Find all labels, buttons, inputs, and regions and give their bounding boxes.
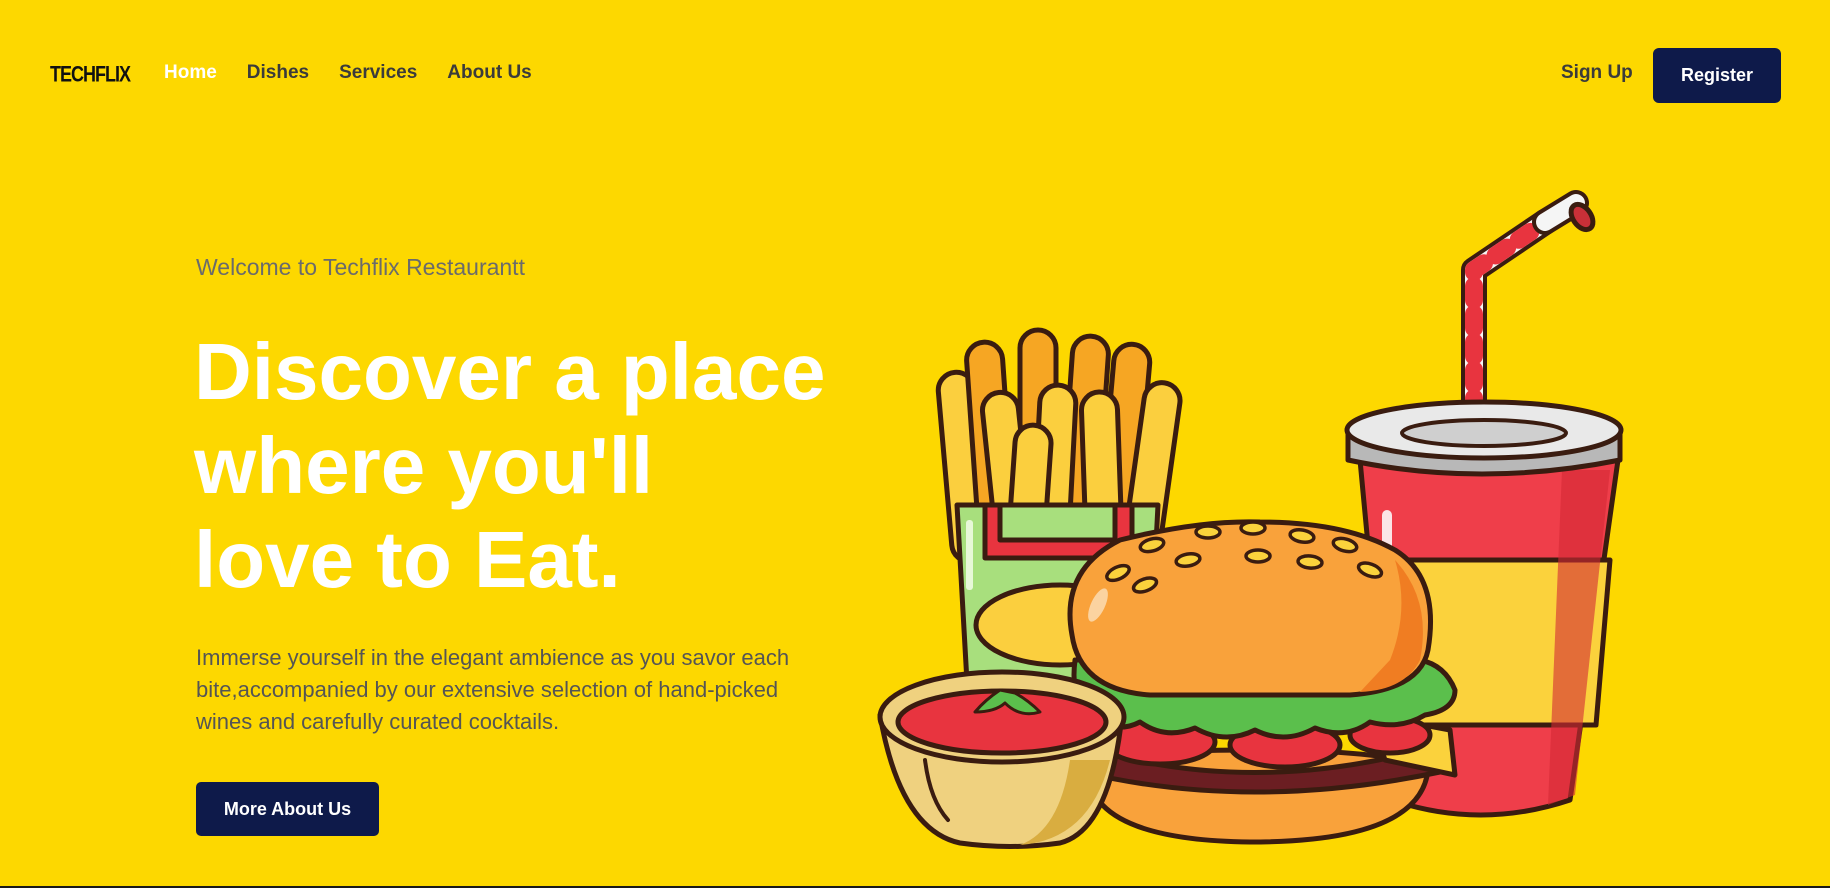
hero-description: Immerse yourself in the elegant ambience…: [196, 645, 790, 734]
welcome-text: Welcome to Techflix Restaurantt: [196, 254, 525, 280]
brand-logo[interactable]: TECHFLIX: [50, 61, 131, 87]
main-nav: Home Dishes Services About Us: [164, 62, 532, 84]
sign-up-link[interactable]: Sign Up: [1561, 62, 1633, 84]
hero-headline: Discover a place where you'll love to Ea…: [194, 325, 874, 607]
headline-line: where you'll: [194, 421, 654, 510]
nav-item-about-us[interactable]: About Us: [447, 62, 531, 84]
nav-item-services[interactable]: Services: [339, 62, 417, 84]
nav-item-home[interactable]: Home: [164, 62, 217, 84]
sauce-bowl-icon: [877, 669, 1127, 849]
register-button[interactable]: Register: [1653, 48, 1781, 103]
headline-line: love to Eat.: [194, 515, 621, 604]
headline-line: Discover a place: [194, 327, 826, 416]
burger-icon: [1067, 519, 1458, 845]
nav-item-dishes[interactable]: Dishes: [247, 62, 309, 84]
more-about-us-button[interactable]: More About Us: [196, 782, 379, 836]
food-illustration: [877, 190, 1624, 849]
page-background: TECHFLIX Home Dishes Services About Us S…: [0, 0, 1832, 888]
